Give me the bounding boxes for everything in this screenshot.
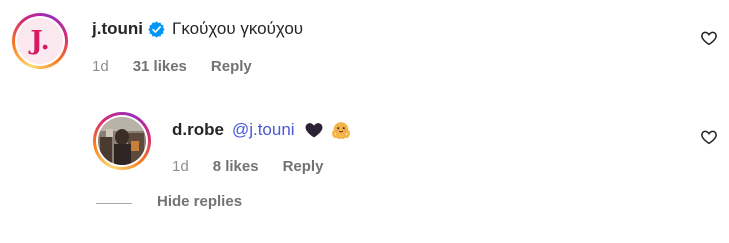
avatar[interactable]	[98, 117, 146, 165]
hide-replies-divider	[96, 203, 132, 204]
hugging-octopus-icon	[330, 119, 352, 141]
reply-button[interactable]: Reply	[283, 158, 324, 175]
reply-button[interactable]: Reply	[211, 58, 252, 75]
reply-row: d.robe @j.touni	[172, 119, 352, 141]
hide-replies-button[interactable]: Hide replies	[157, 193, 242, 210]
avatar-logo: J.	[30, 26, 50, 56]
reply-likes[interactable]: 8 likes	[213, 158, 259, 175]
black-heart-icon	[304, 120, 324, 140]
comment-username[interactable]: j.touni	[92, 19, 143, 39]
reply-username[interactable]: d.robe	[172, 120, 224, 140]
mention-link[interactable]: @j.touni	[232, 120, 295, 140]
comment-row: j.touni Γκούχου γκούχου	[92, 19, 303, 39]
comment-time: 1d	[92, 58, 109, 75]
reply-time: 1d	[172, 158, 189, 175]
verified-badge-icon	[148, 20, 165, 38]
avatar-photo	[98, 117, 146, 165]
heart-icon[interactable]	[700, 29, 718, 47]
comment-text: Γκούχου γκούχου	[171, 19, 304, 38]
avatar[interactable]: J.	[17, 18, 63, 64]
comment-likes[interactable]: 31 likes	[133, 58, 187, 75]
heart-icon[interactable]	[700, 128, 718, 146]
comment-meta: 1d 31 likes Reply	[92, 58, 252, 75]
reply-meta: 1d 8 likes Reply	[172, 158, 323, 175]
